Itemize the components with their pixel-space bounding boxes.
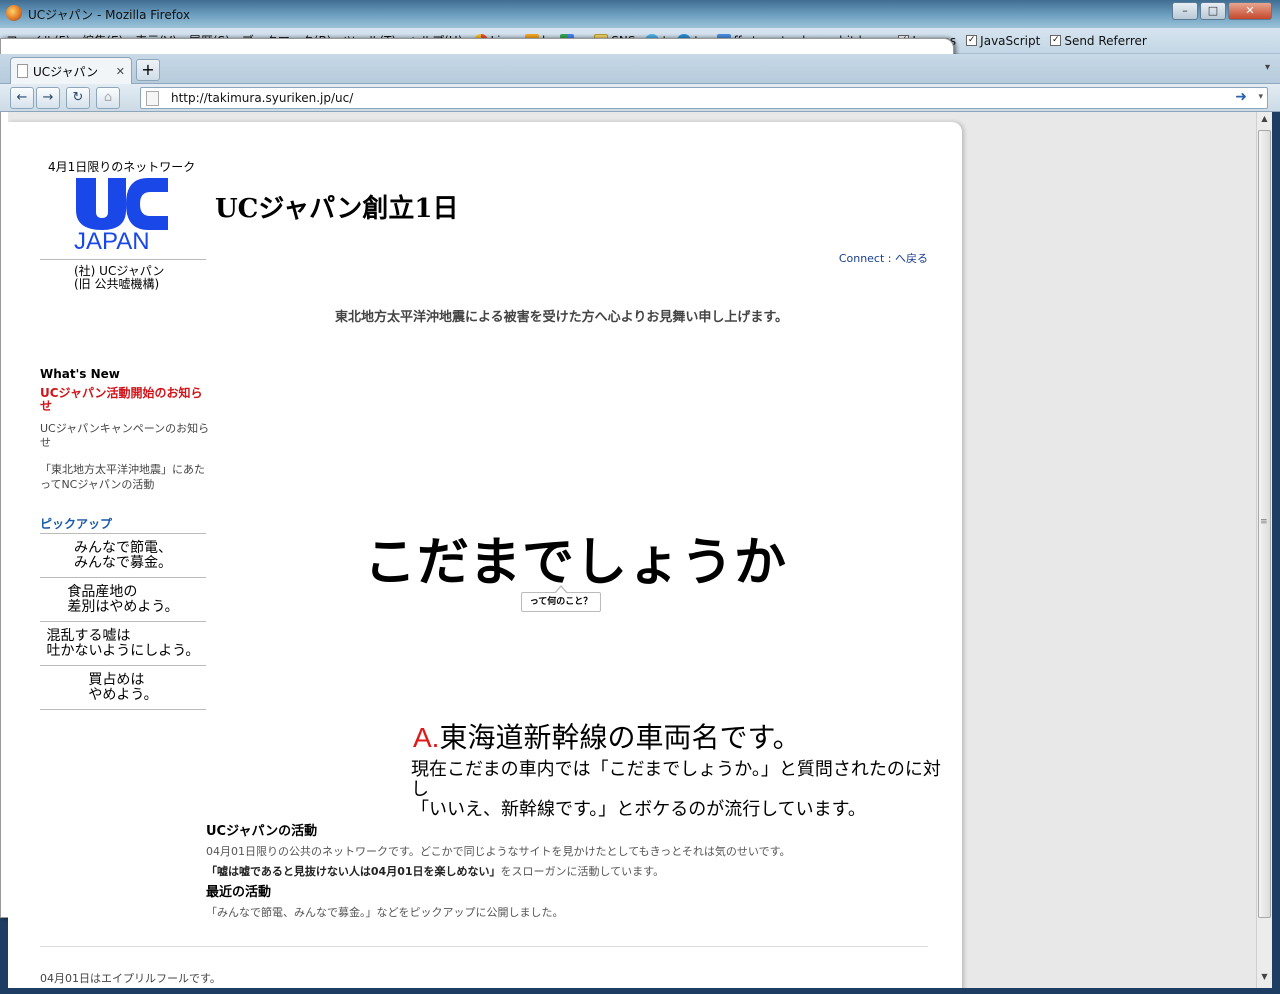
navigation-toolbar: ← → ↻ ⌂ http://takimura.syuriken.jp/uc/ … [0, 84, 1280, 112]
checkbox-checked-icon[interactable]: ✓ [966, 35, 978, 46]
checkbox-checked-icon[interactable]: ✓ [1050, 35, 1062, 46]
pickup-item-no-lies[interactable]: 混乱する嘘は 吐かないようにしよう。 [40, 622, 206, 666]
new-tab-button[interactable]: + [136, 59, 160, 81]
minimize-button[interactable]: – [1172, 2, 1198, 20]
tab-ucjapan[interactable]: UCジャパン ✕ [10, 57, 132, 84]
scroll-down-arrow-icon[interactable]: ▼ [1259, 972, 1270, 986]
organization-name: (社) UCジャパン (旧 公共嘘機構) [74, 265, 164, 291]
activity-text-1: 04月01日限りの公共のネットワークです。どこかで同じようなサイトを見かけたとし… [206, 845, 791, 858]
pickup-item-power-saving[interactable]: みんなで節電、 みんなで募金。 [40, 534, 206, 578]
page-title: UCジャパン創立1日 [215, 194, 459, 224]
logo-caption: 4月1日限りのネットワーク [48, 160, 196, 174]
toggle-javascript[interactable]: ✓ JavaScript [961, 34, 1045, 48]
web-page: 4月1日限りのネットワーク JAPAN (社) UCジャパン (旧 公共嘘機構)… [8, 122, 962, 988]
activity-text-2: 「嘘は嘘であると見抜けない人は04月01日を楽しめない」をスローガンに活動してい… [206, 865, 665, 878]
tab-bar: UCジャパン ✕ + ▾ [0, 54, 1280, 84]
url-text[interactable]: http://takimura.syuriken.jp/uc/ [171, 91, 353, 105]
close-tab-icon[interactable]: ✕ [116, 65, 125, 78]
url-dropdown-icon[interactable]: ▾ [1258, 92, 1263, 102]
answer-description: 現在こだまの車内では「こだまでしょうか。」と質問されたのに対し 「いいえ、新幹線… [411, 759, 941, 820]
answer-heading: A.東海道新幹線の車両名です。 [413, 716, 801, 756]
back-button[interactable]: ← [10, 87, 34, 109]
pickup-item-food-origin[interactable]: 食品産地の 差別はやめよう。 [40, 578, 206, 622]
scroll-up-arrow-icon[interactable]: ▲ [1259, 114, 1270, 128]
pickup-heading: ピックアップ [40, 517, 113, 531]
whats-new-heading: What's New [40, 367, 120, 381]
vertical-scrollbar[interactable]: ▲ ≡ ▼ [1256, 112, 1272, 988]
bookmark-bitly[interactable]: bit.ly [0, 34, 954, 918]
condolence-message: 東北地方太平洋沖地震による被害を受けた方へ心よりお見舞い申し上げます。 [335, 310, 789, 325]
tab-list-chevron-icon[interactable]: ▾ [1265, 62, 1270, 73]
window-title: UCジャパン - Mozilla Firefox [28, 8, 191, 22]
home-button[interactable]: ⌂ [96, 87, 120, 109]
close-window-button[interactable]: ✕ [1228, 2, 1272, 20]
scrollbar-grip-icon: ≡ [1260, 517, 1268, 527]
menu-bar: ファイル(F) 編集(E) 表示(V) 履歴(S) ブックマーク(B) ツール(… [0, 28, 1280, 918]
recent-text: 「みんなで節電、みんなで募金。」などをピックアップに公開しました。 [206, 906, 564, 919]
page-icon [17, 64, 28, 78]
recent-heading: 最近の活動 [206, 885, 272, 900]
toggle-send-referrer[interactable]: ✓ Send Referrer [1045, 34, 1152, 48]
what-is-this-bubble[interactable]: って何のこと？ [521, 585, 601, 612]
site-page-icon [146, 91, 159, 106]
answer-text: 東海道新幹線の車両名です。 [439, 722, 801, 753]
maximize-button[interactable]: □ [1200, 2, 1226, 20]
connect-back-link[interactable]: Connect : へ戻る [839, 250, 928, 266]
forward-button[interactable]: → [36, 87, 60, 109]
activity-heading: UCジャパンの活動 [206, 824, 318, 839]
reload-button[interactable]: ↻ [66, 87, 90, 109]
answer-mark: A. [413, 722, 440, 753]
org-line-2: (旧 公共嘘機構) [74, 277, 160, 291]
news-link-2[interactable]: UCジャパンキャンペーンのお知らせ [40, 422, 210, 450]
uc-logo[interactable] [74, 178, 170, 230]
address-bar[interactable]: http://takimura.syuriken.jp/uc/ ➜ ▾ [140, 87, 1268, 109]
footer-divider [40, 946, 928, 947]
window-controls: – □ ✕ [1172, 2, 1272, 20]
content-viewport: 4月1日限りのネットワーク JAPAN (社) UCジャパン (旧 公共嘘機構)… [8, 112, 1272, 988]
footer-text: 04月01日はエイプリルフールです。 [40, 972, 221, 985]
slogan: 「嘘は嘘であると見抜けない人は04月01日を楽しめない」 [206, 865, 501, 878]
window-titlebar: UCジャパン - Mozilla Firefox – □ ✕ [0, 0, 1280, 28]
firefox-icon [6, 5, 22, 21]
pickup-item-no-hoarding[interactable]: 買占めは やめよう。 [40, 666, 206, 710]
kodama-question: こだまでしょうか [364, 532, 787, 593]
logo-divider [40, 259, 206, 260]
tab-label: UCジャパン [33, 64, 99, 79]
news-link-1[interactable]: UCジャパン活動開始のお知らせ [40, 387, 210, 413]
logo-japan-text: JAPAN [74, 228, 150, 255]
go-arrow-icon[interactable]: ➜ [1235, 89, 1247, 105]
news-link-3[interactable]: 「東北地方太平洋沖地震」にあたってNCジャパンの活動 [40, 462, 210, 492]
pickup-list: みんなで節電、 みんなで募金。 食品産地の 差別はやめよう。 混乱する嘘は 吐かないよ… [40, 533, 206, 710]
